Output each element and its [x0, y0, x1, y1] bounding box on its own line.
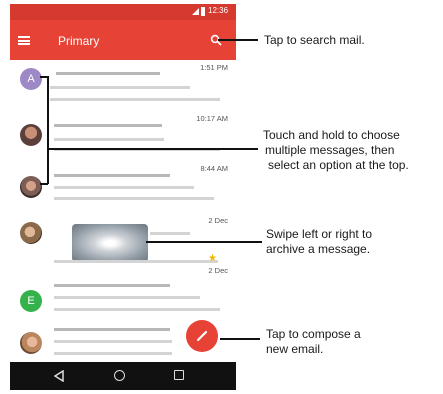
- avatar: [20, 124, 42, 146]
- preview-line: [54, 197, 214, 200]
- navigation-bar: [10, 362, 236, 390]
- list-item[interactable]: 8:44 AM: [10, 156, 236, 202]
- select-bracket-top: [40, 76, 48, 78]
- phone-screen: 12:36 Primary A 1:51 PM 10:17 AM 8:44 AM…: [10, 4, 236, 390]
- search-callout-line: [218, 39, 258, 41]
- list-item[interactable]: E: [10, 272, 236, 318]
- compose-callout-line: [220, 338, 260, 340]
- archive-callout-1: Swipe left or right to: [266, 227, 373, 241]
- subject-line: [54, 138, 164, 141]
- compose-callout-2: new email.: [266, 342, 324, 356]
- select-bracket-bottom: [40, 183, 48, 185]
- preview-line: [150, 232, 190, 235]
- subject-line: [54, 296, 200, 299]
- compose-button[interactable]: [186, 320, 218, 352]
- select-callout-2: multiple messages, then: [265, 143, 395, 157]
- pencil-icon: [196, 330, 208, 342]
- avatar: [20, 222, 42, 244]
- avatar: A: [20, 68, 42, 90]
- message-time: 1:51 PM: [200, 63, 228, 72]
- status-time: 12:36: [208, 6, 229, 15]
- sender-line: [54, 284, 170, 287]
- message-time: 10:17 AM: [196, 114, 228, 123]
- message-time: 8:44 AM: [200, 164, 228, 173]
- subject-line: [50, 86, 190, 89]
- back-icon[interactable]: [54, 370, 64, 382]
- sender-line: [54, 124, 162, 127]
- message-list[interactable]: A 1:51 PM 10:17 AM 8:44 AM 2 Dec ★ 2 Dec…: [10, 60, 236, 362]
- sender-line: [54, 328, 170, 331]
- subject-line: [54, 186, 194, 189]
- recents-icon[interactable]: [174, 370, 184, 380]
- menu-icon[interactable]: [18, 36, 30, 45]
- home-icon[interactable]: [114, 370, 125, 381]
- preview-line: [50, 98, 220, 101]
- status-bar: 12:36: [10, 4, 236, 20]
- battery-icon: [201, 7, 205, 16]
- avatar: [20, 176, 42, 198]
- sender-line: [54, 174, 170, 177]
- star-icon[interactable]: ★: [208, 254, 217, 264]
- select-callout-1: Touch and hold to choose: [263, 128, 400, 142]
- avatar: [20, 332, 42, 354]
- subject-line: [54, 340, 172, 343]
- preview-line: [54, 308, 220, 311]
- select-callout-line: [47, 148, 258, 150]
- select-callout-3: select an option at the top.: [268, 158, 409, 172]
- archive-callout-line: [146, 241, 262, 243]
- compose-callout-1: Tap to compose a: [266, 327, 361, 341]
- list-item[interactable]: A 1:51 PM: [10, 60, 236, 106]
- page-title: Primary: [58, 34, 100, 48]
- message-time: 2 Dec: [208, 216, 228, 225]
- select-bracket: [47, 76, 49, 184]
- signal-icon: [192, 8, 199, 15]
- search-callout: Tap to search mail.: [264, 33, 365, 47]
- archive-callout-2: archive a message.: [266, 242, 371, 256]
- avatar: E: [20, 290, 42, 312]
- preview-line: [54, 352, 172, 355]
- sender-line: [56, 72, 160, 75]
- app-bar: Primary: [10, 20, 236, 60]
